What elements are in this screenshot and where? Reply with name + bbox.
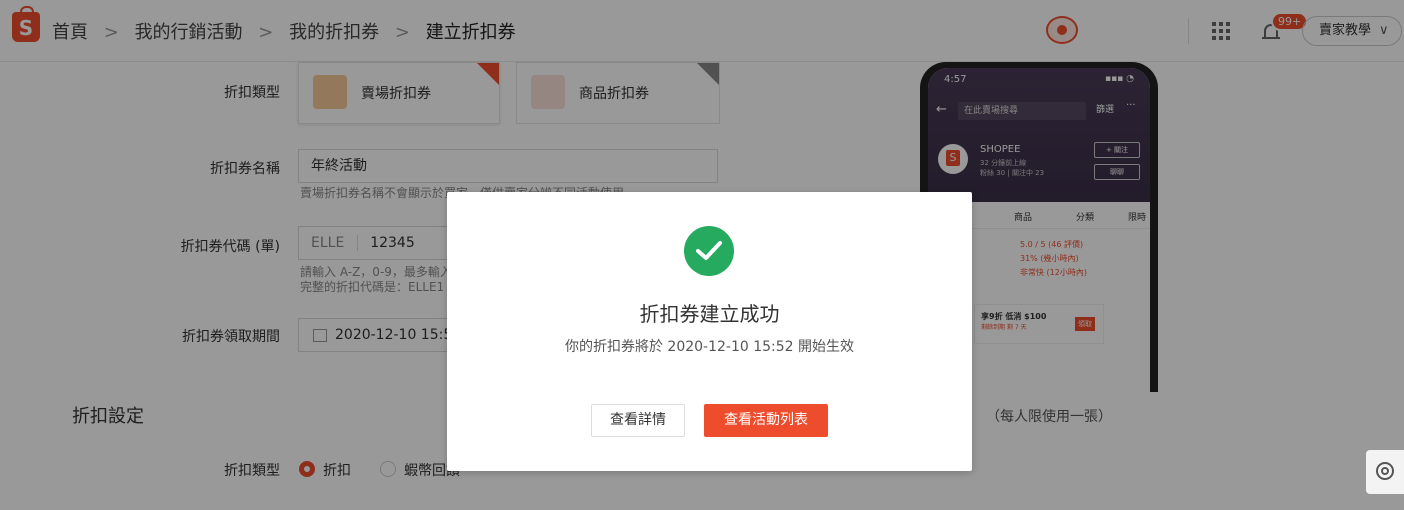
view-campaign-list-button[interactable]: 查看活動列表 — [704, 404, 828, 437]
view-details-button[interactable]: 查看詳情 — [591, 404, 685, 437]
dialog-message: 你的折扣券將於 2020-12-10 15:52 開始生效 — [564, 339, 855, 355]
customer-service-button[interactable] — [1366, 450, 1404, 494]
dialog-title: 折扣券建立成功 — [639, 302, 780, 326]
headset-icon — [1376, 462, 1394, 480]
success-dialog: 折扣券建立成功 你的折扣券將於 2020-12-10 15:52 開始生效 查看… — [447, 192, 972, 471]
success-check-icon — [684, 226, 734, 276]
